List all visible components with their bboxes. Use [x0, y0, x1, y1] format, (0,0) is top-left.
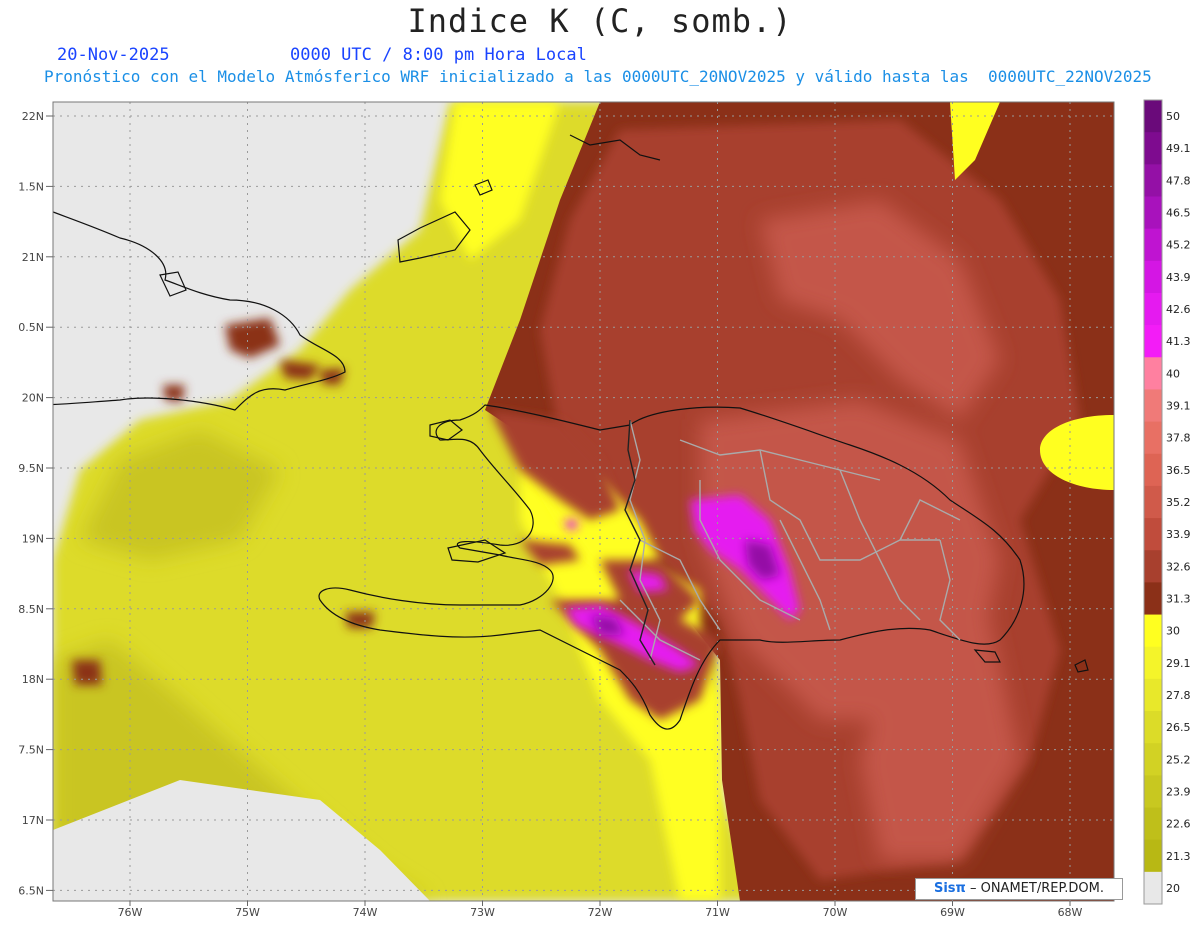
colorbar-label: 26.5 [1166, 721, 1191, 734]
latitude-label: 20N [22, 392, 44, 405]
colorbar-swatch [1144, 100, 1162, 133]
longitude-label: 73W [470, 906, 495, 919]
colorbar-label: 23.9 [1166, 785, 1191, 798]
longitude-label: 70W [823, 906, 848, 919]
latitude-label: 0.5N [18, 321, 44, 334]
colorbar-label: 31.3 [1166, 592, 1191, 605]
colorbar-swatch [1144, 839, 1162, 873]
latitude-labels: 22N 1.5N 21N 0.5N 20N 9.5N 19N 8.5N 18N 7.5N 17N 6.… [18, 110, 53, 897]
colorbar-label: 32.6 [1166, 560, 1191, 573]
latitude-label: 1.5N [18, 180, 44, 193]
colorbar-swatch [1144, 582, 1162, 616]
colorbar-label: 43.9 [1166, 271, 1191, 284]
colorbar-swatch [1144, 292, 1162, 326]
credit-text: – ONAMET/REP.DOM. [969, 881, 1104, 896]
colorbar-label: 41.3 [1166, 335, 1191, 348]
colorbar-label: 27.8 [1166, 689, 1191, 702]
colorbar-label: 40 [1166, 367, 1180, 380]
credit-brand: Sisπ [933, 881, 966, 896]
colorbar-swatch [1144, 614, 1162, 648]
longitude-label: 74W [353, 906, 378, 919]
colorbar-label: 50 [1166, 110, 1180, 123]
longitude-label: 75W [235, 906, 260, 919]
colorbar-label: 20 [1166, 882, 1180, 895]
longitude-label: 72W [588, 906, 613, 919]
latitude-label: 8.5N [18, 603, 44, 616]
colorbar-label: 47.8 [1166, 174, 1191, 187]
colorbar-label: 22.6 [1166, 818, 1191, 831]
colorbar-swatch [1144, 807, 1162, 841]
colorbar-swatch [1144, 711, 1162, 744]
colorbar-label: 21.3 [1166, 850, 1191, 863]
colorbar-swatch [1144, 678, 1162, 712]
latitude-label: 18N [22, 673, 44, 686]
colorbar-label: 46.5 [1166, 207, 1191, 220]
colorbar-swatch [1144, 453, 1162, 487]
colorbar-label: 37.8 [1166, 432, 1191, 445]
colorbar-label: 30 [1166, 625, 1180, 638]
colorbar-label: 29.1 [1166, 657, 1191, 670]
colorbar-swatch [1144, 389, 1162, 423]
longitude-label: 76W [118, 906, 143, 919]
latitude-label: 7.5N [18, 744, 44, 757]
colorbar-swatch [1144, 871, 1162, 905]
colorbar-swatch [1144, 357, 1162, 390]
longitude-label: 69W [940, 906, 965, 919]
latitude-label: 22N [22, 110, 44, 123]
colorbar-swatch [1144, 164, 1162, 197]
colorbar-label: 35.2 [1166, 496, 1191, 509]
latitude-label: 21N [22, 251, 44, 264]
colorbar-swatch [1144, 485, 1162, 519]
field-layer [53, 102, 1114, 901]
colorbar-swatch [1144, 325, 1162, 358]
colorbar-label: 39.1 [1166, 400, 1191, 413]
colorbar-swatch [1144, 775, 1162, 809]
longitude-labels: 76W 75W 74W 73W 72W 71W 70W 69W 68W [118, 901, 1083, 919]
colorbar-swatch [1144, 228, 1162, 262]
colorbar-label: 25.2 [1166, 753, 1191, 766]
latitude-label: 6.5N [18, 884, 44, 897]
colorbar-swatch [1144, 260, 1162, 294]
colorbar-label: 45.2 [1166, 239, 1191, 252]
colorbar-swatch [1144, 743, 1162, 776]
colorbar: 50 49.1 47.8 46.5 45.2 43.9 42.6 41.3 40 39.1 37.8… [1143, 99, 1191, 905]
colorbar-swatch [1144, 518, 1162, 551]
colorbar-label: 49.1 [1166, 142, 1191, 155]
colorbar-swatch [1144, 196, 1162, 230]
longitude-label: 68W [1058, 906, 1083, 919]
colorbar-label: 36.5 [1166, 464, 1191, 477]
latitude-label: 17N [22, 814, 44, 827]
colorbar-label: 42.6 [1166, 303, 1191, 316]
colorbar-swatch [1144, 132, 1162, 165]
latitude-label: 9.5N [18, 462, 44, 475]
credit-box: Sisπ – ONAMET/REP.DOM. [915, 878, 1123, 900]
colorbar-swatch [1144, 421, 1162, 455]
colorbar-swatch [1144, 646, 1162, 680]
longitude-label: 71W [705, 906, 730, 919]
colorbar-swatch [1144, 550, 1162, 583]
colorbar-label: 33.9 [1166, 528, 1191, 541]
latitude-label: 19N [22, 532, 44, 545]
k-index-map: 22N 1.5N 21N 0.5N 20N 9.5N 19N 8.5N 18N 7.5N 17N 6.… [18, 99, 1191, 919]
